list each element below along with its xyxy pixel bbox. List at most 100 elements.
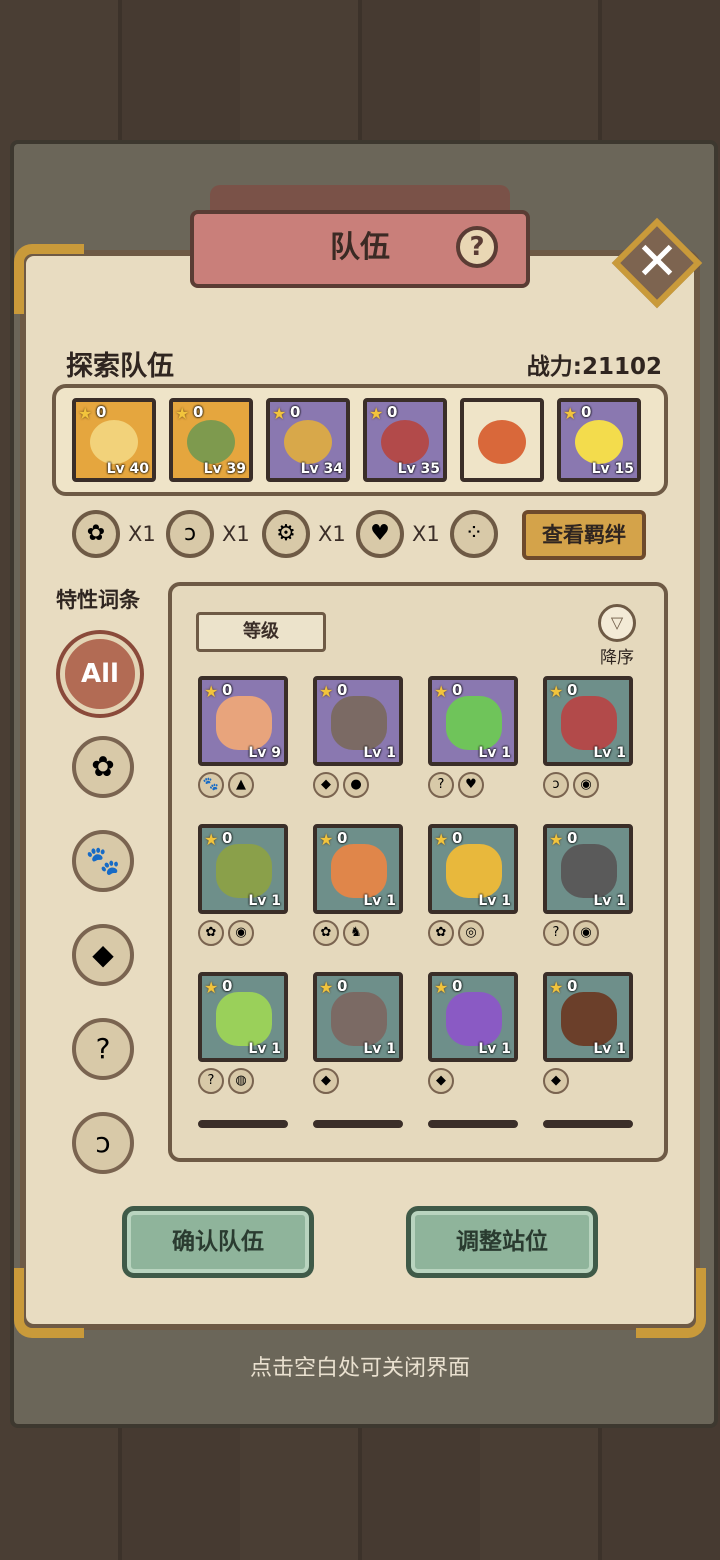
- trait-icon: ✿: [313, 920, 339, 946]
- monster-card[interactable]: [543, 1120, 633, 1128]
- hero-level: Lv 34: [300, 461, 343, 477]
- gear-icon[interactable]: ⚙: [262, 510, 310, 558]
- monster-stars: 0: [337, 681, 348, 699]
- monster-card[interactable]: ★ 0 Lv 1: [198, 972, 288, 1062]
- bond-count: X1: [318, 522, 346, 546]
- filter-swirl-icon[interactable]: ↄ: [72, 1112, 134, 1174]
- trait-icon: ↄ: [543, 772, 569, 798]
- close-button[interactable]: ✕: [611, 217, 703, 309]
- sort-order-label[interactable]: 降序: [600, 643, 634, 668]
- filter-crystal-icon[interactable]: ◆: [72, 924, 134, 986]
- monster-card[interactable]: ★ 0 Lv 1: [543, 824, 633, 914]
- dots-icon[interactable]: ⁘: [450, 510, 498, 558]
- confirm-team-button[interactable]: 确认队伍: [122, 1206, 314, 1278]
- hero-level: Lv 35: [397, 461, 440, 477]
- view-bonds-button[interactable]: 查看羁绊: [522, 510, 646, 560]
- swirl-icon[interactable]: ↄ: [166, 510, 214, 558]
- monster-portrait: [446, 696, 502, 750]
- monster-card[interactable]: ★ 0 Lv 1: [428, 824, 518, 914]
- monster-card[interactable]: ★ 0 Lv 1: [313, 676, 403, 766]
- sort-order-icon[interactable]: ▽: [598, 604, 636, 642]
- monster-card[interactable]: ★ 0 Lv 1: [543, 676, 633, 766]
- hero-stars: 0: [581, 403, 592, 421]
- window-title: 队伍: [330, 230, 390, 265]
- bond-count: X1: [128, 522, 156, 546]
- help-icon[interactable]: ?: [456, 226, 498, 268]
- monster-stars: 0: [222, 829, 233, 847]
- team-label: 探索队伍: [66, 351, 174, 382]
- monster-stars: 0: [452, 681, 463, 699]
- monster-portrait: [216, 696, 272, 750]
- monster-portrait: [331, 992, 387, 1046]
- hero-portrait: [575, 420, 623, 464]
- hero-level: Lv 40: [106, 461, 149, 477]
- adjust-position-button[interactable]: 调整站位: [406, 1206, 598, 1278]
- monster-stars: 0: [337, 829, 348, 847]
- monster-card[interactable]: ★ 0 Lv 1: [198, 824, 288, 914]
- close-hint: 点击空白处可关闭界面: [249, 1356, 470, 1381]
- star-icon: ★: [434, 978, 449, 997]
- monster-portrait: [446, 844, 502, 898]
- filter-question-icon[interactable]: ?: [72, 1018, 134, 1080]
- hero-stars: 0: [290, 403, 301, 421]
- trait-icon: ◆: [313, 1068, 339, 1094]
- hero-card[interactable]: ★ 0 Lv 39: [169, 398, 253, 482]
- star-icon: ★: [204, 978, 219, 997]
- monster-portrait: [331, 844, 387, 898]
- hero-level: Lv 39: [203, 461, 246, 477]
- star-icon: ★: [272, 404, 287, 423]
- trait-icon: ?: [428, 772, 454, 798]
- trait-icon: ?: [198, 1068, 224, 1094]
- monster-card[interactable]: [313, 1120, 403, 1128]
- monster-card[interactable]: ★ 0 Lv 1: [313, 824, 403, 914]
- hero-stars: 0: [193, 403, 204, 421]
- hero-card[interactable]: ★ 0 Lv 15: [557, 398, 641, 482]
- hero-card[interactable]: [460, 398, 544, 482]
- panel-corner-ornament: [14, 244, 84, 314]
- star-icon: ★: [549, 978, 564, 997]
- filter-leaf-icon[interactable]: ✿: [72, 736, 134, 798]
- trait-icon: ♥: [458, 772, 484, 798]
- star-icon: ★: [434, 830, 449, 849]
- monster-card[interactable]: ★ 0 Lv 1: [428, 676, 518, 766]
- trait-icon: ▲: [228, 772, 254, 798]
- close-icon: ✕: [635, 232, 679, 292]
- heart-icon[interactable]: ♥: [356, 510, 404, 558]
- monster-stars: 0: [452, 977, 463, 995]
- star-icon: ★: [319, 978, 334, 997]
- filter-all-icon[interactable]: All: [60, 634, 140, 714]
- sort-by-level-button[interactable]: 等级: [196, 612, 326, 652]
- monster-card[interactable]: ★ 0 Lv 1: [313, 972, 403, 1062]
- hero-portrait: [381, 420, 429, 464]
- monster-level: Lv 1: [363, 1041, 396, 1057]
- hero-portrait: [187, 420, 235, 464]
- star-icon: ★: [319, 682, 334, 701]
- monster-level: Lv 9: [248, 745, 281, 761]
- filter-paw-icon[interactable]: 🐾: [72, 830, 134, 892]
- trait-icon: ◉: [573, 920, 599, 946]
- monster-level: Lv 1: [478, 1041, 511, 1057]
- trait-icon: ♞: [343, 920, 369, 946]
- star-icon: ★: [319, 830, 334, 849]
- hero-card[interactable]: ★ 0 Lv 40: [72, 398, 156, 482]
- hero-level: Lv 15: [591, 461, 634, 477]
- monster-card[interactable]: ★ 0 Lv 1: [543, 972, 633, 1062]
- monster-portrait: [331, 696, 387, 750]
- monster-stars: 0: [337, 977, 348, 995]
- monster-card[interactable]: [428, 1120, 518, 1128]
- hero-card[interactable]: ★ 0 Lv 35: [363, 398, 447, 482]
- monster-level: Lv 1: [248, 893, 281, 909]
- trait-icon: ◎: [458, 920, 484, 946]
- panel-corner-ornament: [14, 1268, 84, 1338]
- monster-level: Lv 1: [478, 893, 511, 909]
- monster-card[interactable]: [198, 1120, 288, 1128]
- monster-stars: 0: [222, 681, 233, 699]
- monster-stars: 0: [567, 977, 578, 995]
- monster-card[interactable]: ★ 0 Lv 1: [428, 972, 518, 1062]
- monster-stars: 0: [567, 829, 578, 847]
- monster-card[interactable]: ★ 0 Lv 9: [198, 676, 288, 766]
- hero-portrait: [90, 420, 138, 464]
- hero-card[interactable]: ★ 0 Lv 34: [266, 398, 350, 482]
- leaf-icon[interactable]: ✿: [72, 510, 120, 558]
- hero-stars: 0: [387, 403, 398, 421]
